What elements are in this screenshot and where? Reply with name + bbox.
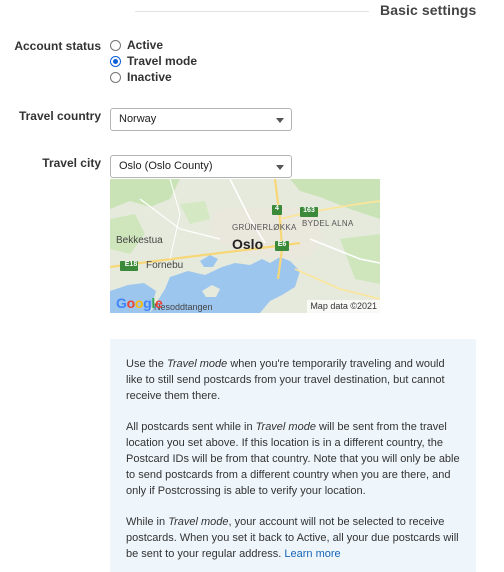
map-label-fornebu: Fornebu xyxy=(146,260,184,271)
road-shield-e6: E6 xyxy=(277,241,287,248)
info-text: All postcards sent while in xyxy=(126,421,256,433)
radio-inactive-label[interactable]: Inactive xyxy=(127,70,172,84)
map-label-oslo: Oslo xyxy=(232,236,264,252)
travel-city-value: Oslo (Oslo County) xyxy=(119,160,213,172)
radio-active-button[interactable] xyxy=(110,39,121,51)
info-text: While in xyxy=(126,516,169,528)
google-logo: Google xyxy=(116,295,163,311)
section-header: Basic settings xyxy=(0,0,504,22)
info-paragraph-1: Use the Travel mode when you're temporar… xyxy=(126,356,462,404)
info-emphasis: Travel mode xyxy=(168,516,229,528)
radio-active[interactable]: Active xyxy=(110,37,163,53)
learn-more-link[interactable]: Learn more xyxy=(284,548,340,560)
travel-country-label: Travel country xyxy=(18,109,101,123)
map-attribution: Map data ©2021 xyxy=(307,300,380,313)
travel-country-value: Norway xyxy=(119,113,157,125)
info-emphasis: Travel mode xyxy=(166,358,228,370)
travel-city-label: Travel city xyxy=(42,156,101,170)
account-status-label: Account status xyxy=(14,39,101,53)
chevron-down-icon xyxy=(276,165,284,170)
radio-travel-mode-label[interactable]: Travel mode xyxy=(127,54,197,68)
radio-inactive[interactable]: Inactive xyxy=(110,69,172,85)
radio-active-label[interactable]: Active xyxy=(127,38,163,52)
section-title: Basic settings xyxy=(380,2,477,18)
road-shield-4: 4 xyxy=(275,205,279,212)
travel-city-select[interactable]: Oslo (Oslo County) xyxy=(110,155,292,178)
info-text: Use the xyxy=(126,358,167,370)
section-divider xyxy=(135,11,369,12)
map-label-nesoddtangen: Nesoddtangen xyxy=(154,302,213,312)
radio-travel-mode[interactable]: Travel mode xyxy=(110,53,197,69)
info-paragraph-2: All postcards sent while in Travel mode … xyxy=(126,419,462,499)
travel-mode-info: Use the Travel mode when you're temporar… xyxy=(110,339,476,572)
map-label-grunerlokka: GRÜNERLØKKA xyxy=(232,223,297,232)
road-shield-163: 163 xyxy=(303,207,315,214)
radio-travel-mode-button[interactable] xyxy=(110,55,121,67)
road-shield-e18: E18 xyxy=(124,261,138,268)
radio-inactive-button[interactable] xyxy=(110,71,121,83)
travel-country-select[interactable]: Norway xyxy=(110,108,292,131)
location-map[interactable]: E18 E6 4 163 GRÜNERLØKKA BYDEL ALNA Oslo… xyxy=(110,179,380,313)
info-emphasis: Travel mode xyxy=(255,421,316,433)
map-label-bekkestua: Bekkestua xyxy=(116,235,163,246)
map-label-bydel-alna: BYDEL ALNA xyxy=(302,219,354,228)
info-paragraph-3: While in Travel mode, your account will … xyxy=(126,514,462,562)
chevron-down-icon xyxy=(276,118,284,123)
